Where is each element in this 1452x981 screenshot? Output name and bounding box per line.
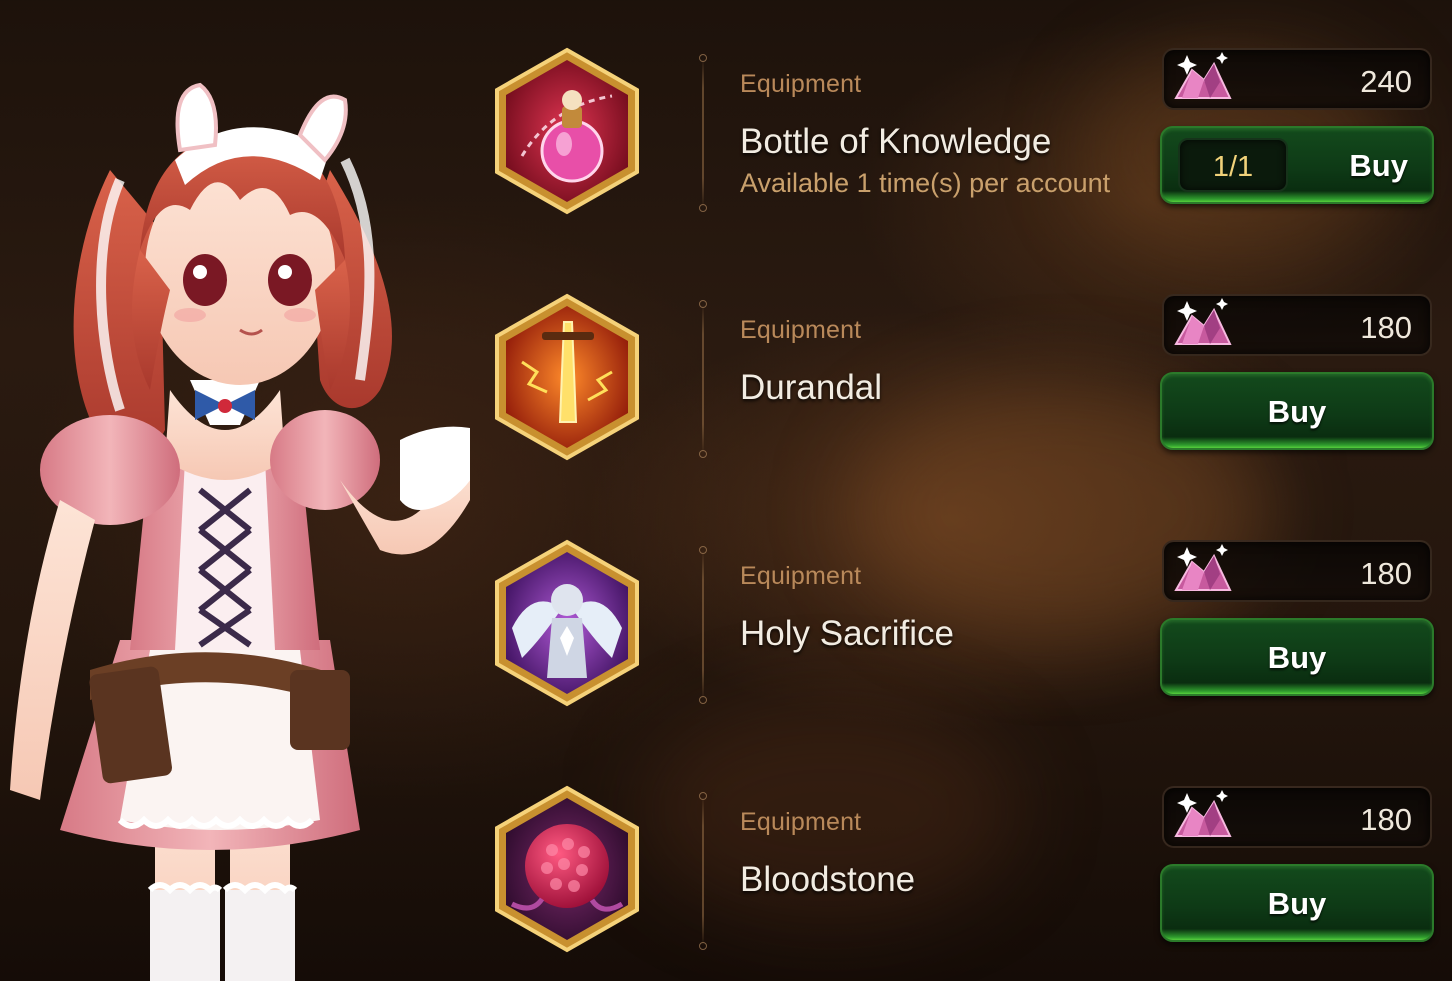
row-divider-dot	[699, 450, 707, 458]
skystone-gem-icon	[1174, 544, 1232, 591]
price-value: 180	[1360, 556, 1412, 591]
price-box: 180	[1162, 294, 1432, 356]
row-divider-dot	[699, 546, 707, 554]
row-divider-dot	[699, 54, 707, 62]
price-value: 180	[1360, 310, 1412, 345]
item-name: Durandal	[740, 368, 883, 407]
row-divider-dot	[699, 792, 707, 800]
row-divider-dot	[699, 942, 707, 950]
bloodstone-icon[interactable]	[492, 784, 642, 954]
item-category: Equipment	[740, 316, 862, 344]
price-value: 180	[1360, 802, 1412, 837]
item-category: Equipment	[740, 562, 862, 590]
price-value: 240	[1360, 64, 1412, 99]
row-divider-dot	[699, 204, 707, 212]
item-category: Equipment	[740, 70, 862, 98]
item-name: Holy Sacrifice	[740, 614, 954, 653]
item-name: Bottle of Knowledge	[740, 122, 1052, 161]
durandal-icon[interactable]	[492, 292, 642, 462]
row-divider	[702, 796, 704, 946]
item-purchase-limit: Available 1 time(s) per account	[740, 168, 1111, 198]
price-box: 180	[1162, 540, 1432, 602]
buy-button[interactable]: Buy	[1160, 618, 1434, 696]
holy-sacrifice-icon[interactable]	[492, 538, 642, 708]
row-divider	[702, 58, 704, 208]
skystone-gem-icon	[1174, 790, 1232, 837]
row-divider	[702, 304, 704, 454]
buy-label: Buy	[1267, 886, 1327, 921]
shop-item-row: Equipment Bloodstone 180 Buy	[480, 784, 1452, 981]
item-category: Equipment	[740, 808, 862, 836]
buy-label: Buy	[1267, 394, 1327, 429]
row-divider-dot	[699, 300, 707, 308]
buy-button[interactable]: Buy	[1160, 864, 1434, 942]
buy-button[interactable]: Buy	[1160, 372, 1434, 450]
stock-counter: 1/1	[1178, 138, 1288, 192]
buy-label: Buy	[1349, 148, 1408, 183]
skystone-gem-icon	[1174, 52, 1232, 99]
stock-value: 1/1	[1212, 151, 1254, 183]
buy-label: Buy	[1267, 640, 1327, 675]
buy-button[interactable]: 1/1 Buy	[1160, 126, 1434, 204]
shop-item-row: Equipment Holy Sacrifice 180 Buy	[480, 538, 1452, 738]
price-box: 180	[1162, 786, 1432, 848]
item-name: Bloodstone	[740, 860, 916, 899]
row-divider-dot	[699, 696, 707, 704]
skystone-gem-icon	[1174, 298, 1232, 345]
bottle-of-knowledge-icon[interactable]	[492, 46, 642, 216]
row-divider	[702, 550, 704, 700]
merchant-character-portrait	[10, 82, 470, 981]
shop-item-row: Equipment Bottle of Knowledge Available …	[480, 46, 1452, 246]
shop-item-row: Equipment Durandal 180 Buy	[480, 292, 1452, 492]
price-box: 240	[1162, 48, 1432, 110]
